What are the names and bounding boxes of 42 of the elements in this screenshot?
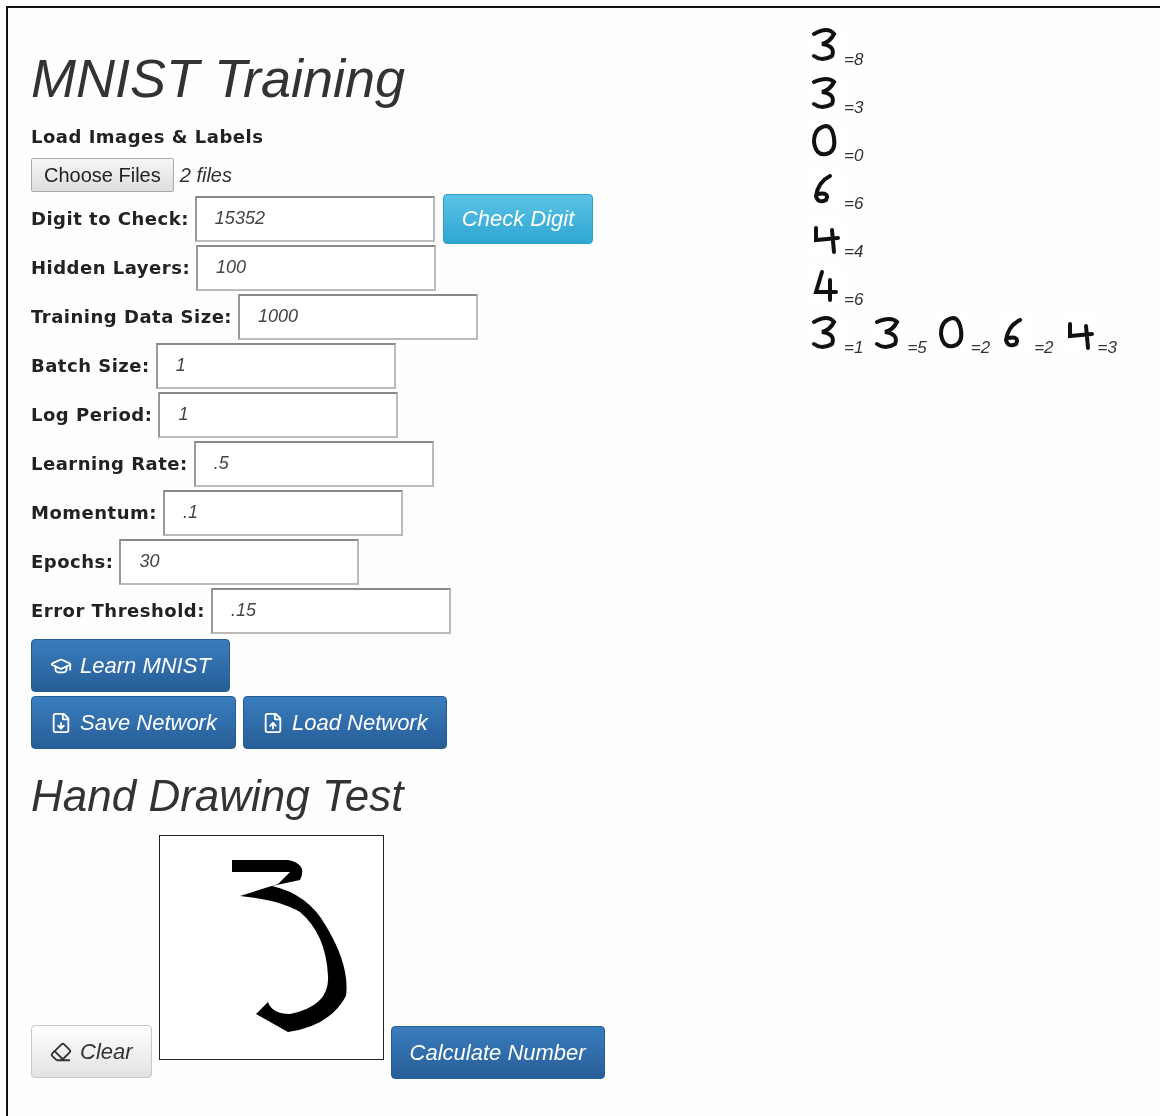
prediction-label: =6 [844, 290, 864, 310]
field-label: Batch Size: [31, 355, 150, 376]
prediction-label: =0 [844, 146, 864, 166]
field-label: Epochs: [31, 551, 114, 572]
prediction-label: =3 [844, 98, 864, 118]
file-download-icon [50, 711, 72, 734]
prediction-label: =6 [844, 194, 864, 214]
field-label: Error Threshold: [31, 600, 205, 621]
prediction-label: =4 [844, 242, 864, 262]
input-field[interactable]: .5 [193, 440, 434, 487]
field-label: Log Period: [31, 404, 153, 425]
field-label: Hidden Layers: [31, 257, 191, 278]
input-field[interactable]: 100 [196, 244, 437, 291]
section-title: Hand Drawing Test [31, 771, 406, 821]
input-field[interactable]: 15352 [194, 195, 435, 242]
eraser-icon [50, 1040, 72, 1063]
prediction-label: =8 [844, 50, 864, 70]
choose-files-button[interactable]: Choose Files [31, 158, 174, 192]
action-button[interactable]: Save Network [31, 696, 236, 749]
action-button[interactable]: Load Network [242, 696, 447, 749]
clear-button[interactable]: Clear [31, 1025, 152, 1078]
file-status: 2 files [179, 163, 232, 187]
field-label: Momentum: [31, 502, 157, 523]
prediction-label: =2 [970, 338, 991, 358]
input-field[interactable]: .15 [210, 587, 451, 634]
drawing-canvas[interactable] [158, 835, 384, 1060]
prediction-label: =3 [1097, 338, 1117, 358]
input-field[interactable]: 1000 [238, 293, 479, 340]
calculate-number-button[interactable]: Calculate Number [390, 1026, 605, 1079]
field-label: Digit to Check: [31, 208, 189, 229]
input-field[interactable]: .1 [162, 489, 403, 536]
input-field[interactable]: 30 [119, 538, 360, 585]
action-button[interactable]: Learn MNIST [31, 639, 230, 692]
field-label: Learning Rate: [31, 453, 188, 474]
input-field[interactable]: 1 [158, 391, 399, 438]
page-title: MNIST Training [31, 47, 407, 110]
prediction-label: =5 [907, 338, 927, 358]
prediction-label: =1 [844, 338, 864, 358]
field-label: Load Images & Labels [31, 126, 265, 147]
input-field[interactable]: 1 [155, 342, 396, 389]
field-label: Training Data Size: [31, 306, 233, 327]
prediction-label: =2 [1034, 338, 1054, 358]
